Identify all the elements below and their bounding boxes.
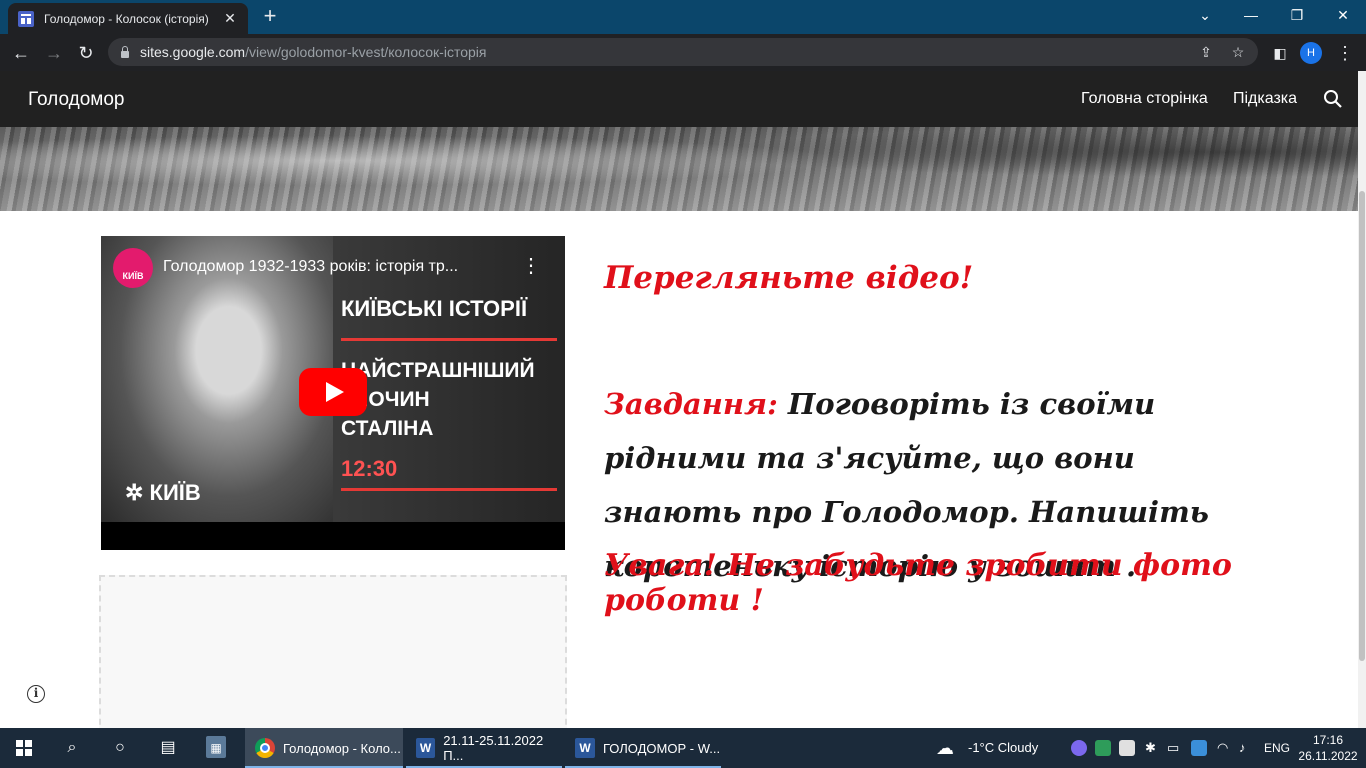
volume-icon[interactable]: ♪ bbox=[1239, 728, 1246, 768]
watch-video-heading: Перегляньте відео! bbox=[604, 260, 974, 296]
search-icon[interactable] bbox=[1323, 89, 1343, 109]
video-menu-icon[interactable]: ⋮ bbox=[521, 256, 541, 276]
taskbar-app-label: 21.11-25.11.2022 П... bbox=[443, 733, 544, 763]
site-header: Голодомор Головна сторінка Підказка bbox=[0, 71, 1358, 127]
security-icon[interactable] bbox=[1119, 740, 1135, 756]
restore-button[interactable]: ❐ bbox=[1274, 0, 1320, 30]
language-indicator[interactable]: ENG bbox=[1264, 728, 1290, 768]
site-title[interactable]: Голодомор bbox=[28, 89, 124, 111]
browser-tab[interactable]: Голодомор - Колосок (історія) ✕ bbox=[8, 3, 248, 34]
thumbnail-subheading: НАЙСТРАШНІШИЙ ЗЛОЧИН СТАЛІНА bbox=[341, 359, 535, 440]
back-button[interactable]: ← bbox=[8, 40, 34, 66]
battery-icon[interactable]: ▭ bbox=[1167, 728, 1179, 768]
app-tray-icon[interactable] bbox=[1095, 740, 1111, 756]
forward-button[interactable]: → bbox=[41, 40, 67, 66]
tab-search-button[interactable]: ⌄ bbox=[1182, 0, 1228, 30]
calculator-icon[interactable]: ▦ bbox=[206, 736, 226, 758]
page-scrollbar[interactable] bbox=[1358, 71, 1366, 728]
video-title[interactable]: Голодомор 1932-1933 років: історія тр... bbox=[163, 258, 458, 276]
nav-hint[interactable]: Підказка bbox=[1233, 90, 1297, 108]
play-button[interactable] bbox=[299, 368, 367, 416]
side-panel-icon[interactable]: ◧ bbox=[1267, 40, 1293, 66]
viber-icon[interactable] bbox=[1071, 740, 1087, 756]
new-tab-button[interactable]: + bbox=[258, 5, 282, 29]
chrome-icon bbox=[255, 738, 275, 758]
wifi-icon[interactable]: ◠ bbox=[1217, 728, 1228, 768]
close-window-button[interactable]: ✕ bbox=[1320, 0, 1366, 30]
close-tab-icon[interactable]: ✕ bbox=[222, 10, 238, 27]
channel-avatar[interactable]: КИЇВ bbox=[113, 248, 153, 288]
youtube-embed[interactable]: КИЇВ Голодомор 1932-1933 років: історія … bbox=[101, 236, 565, 550]
network-tray-icon[interactable] bbox=[1191, 740, 1207, 756]
kyiv-logo-text: КИЇВ bbox=[149, 480, 201, 505]
google-sites-icon bbox=[18, 10, 34, 27]
clock[interactable]: 17:16 26.11.2022 bbox=[1296, 732, 1360, 764]
kyiv-logo: ✲ КИЇВ bbox=[125, 480, 201, 505]
taskbar-app-label: ГОЛОДОМОР - W... bbox=[603, 740, 721, 756]
lock-icon[interactable] bbox=[120, 46, 130, 58]
reload-button[interactable]: ↻ bbox=[73, 40, 99, 66]
url-host: sites.google.com bbox=[140, 44, 246, 60]
minimize-button[interactable]: — bbox=[1228, 0, 1274, 30]
bluetooth-icon[interactable]: ✱ bbox=[1145, 728, 1156, 768]
address-bar[interactable]: sites.google.com/view/golodomor-kvest/ко… bbox=[108, 38, 1258, 66]
url-path: /view/golodomor-kvest/колосок-історія bbox=[245, 44, 487, 60]
tab-title: Голодомор - Колосок (історія) bbox=[44, 11, 209, 26]
video-duration: 12:30 bbox=[341, 456, 398, 481]
clock-time: 17:16 bbox=[1312, 733, 1344, 747]
taskbar-app-word-1[interactable]: W 21.11-25.11.2022 П... bbox=[406, 728, 562, 768]
tab-strip: Голодомор - Колосок (історія) ✕ + ⌄ — ❐ … bbox=[0, 0, 1366, 34]
word-icon: W bbox=[575, 738, 595, 758]
taskbar-app-word-2[interactable]: W ГОЛОДОМОР - W... bbox=[565, 728, 721, 768]
profile-avatar[interactable]: Н bbox=[1300, 42, 1322, 64]
word-icon: W bbox=[416, 738, 436, 758]
thumbnail-divider bbox=[341, 488, 557, 491]
nav-home[interactable]: Головна сторінка bbox=[1081, 90, 1208, 108]
bookmark-star-icon[interactable]: ☆ bbox=[1228, 42, 1248, 62]
browser-toolbar: ← → ↻ sites.google.com/view/golodomor-kv… bbox=[0, 34, 1366, 71]
task-view-icon[interactable]: ▤ bbox=[156, 736, 180, 760]
cortana-icon[interactable]: ○ bbox=[108, 736, 132, 760]
empty-content-block bbox=[99, 575, 567, 735]
taskbar-app-label: Голодомор - Коло... bbox=[283, 740, 401, 756]
thumbnail-heading: КИЇВСЬКІ ІСТОРІЇ bbox=[341, 296, 528, 321]
browser-menu-icon[interactable]: ⋮ bbox=[1332, 40, 1358, 66]
windows-start-icon[interactable] bbox=[16, 740, 32, 756]
weather-text[interactable]: -1°C Cloudy bbox=[968, 728, 1038, 768]
header-banner-image bbox=[0, 127, 1358, 211]
share-icon[interactable]: ⇪ bbox=[1196, 42, 1216, 62]
task-label: Завдання: bbox=[604, 387, 778, 421]
thumbnail-divider bbox=[341, 338, 557, 341]
clock-date: 26.11.2022 bbox=[1298, 749, 1358, 763]
cloud-icon[interactable]: ☁ bbox=[936, 728, 954, 768]
windows-taskbar: ⌕ ○ ▤ ▦ Голодомор - Коло... W 21.11-25.1… bbox=[0, 728, 1366, 768]
info-icon[interactable]: i bbox=[27, 685, 45, 703]
taskbar-app-chrome[interactable]: Голодомор - Коло... bbox=[245, 728, 403, 768]
search-icon[interactable]: ⌕ bbox=[60, 736, 84, 760]
warning-text: Увага! Не забудьте зробити фото роботи ! bbox=[604, 548, 1232, 618]
